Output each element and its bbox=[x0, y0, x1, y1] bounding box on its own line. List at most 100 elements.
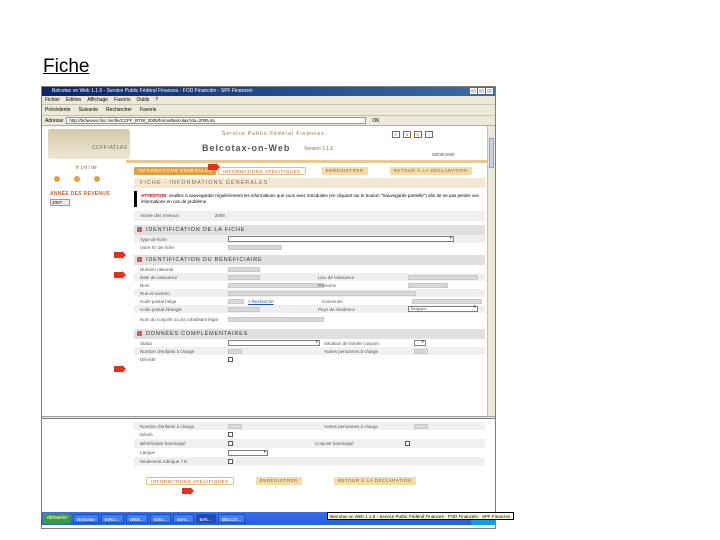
form-row: Code postal belge > Recherche Commune bbox=[134, 297, 485, 305]
menu-outils[interactable]: Outils bbox=[136, 96, 149, 104]
logo-image bbox=[48, 129, 130, 159]
form-row: Votre N° de fiche bbox=[134, 243, 485, 251]
favorites-button[interactable]: Favoris bbox=[140, 105, 156, 116]
spouse-situation-select[interactable] bbox=[414, 339, 426, 346]
birth-date-input[interactable] bbox=[228, 274, 260, 280]
city-input[interactable] bbox=[412, 298, 482, 304]
task-item[interactable]: WEB... bbox=[125, 514, 148, 523]
field-label: Nombre d'enfants à charge bbox=[140, 423, 195, 429]
minimize-button[interactable] bbox=[470, 88, 477, 94]
form-row: Décédé bbox=[134, 355, 485, 363]
form-row: Langue bbox=[134, 448, 485, 457]
deceased-checkbox[interactable] bbox=[228, 356, 233, 362]
browser-window: Belcotax on Web 1.1.6 - Service Public F… bbox=[41, 86, 496, 425]
close-button[interactable] bbox=[486, 88, 493, 94]
postal-code-input[interactable] bbox=[228, 298, 244, 304]
spouse-handicapped-checkbox[interactable] bbox=[405, 441, 410, 446]
form-row: Rue et numéro bbox=[134, 289, 485, 297]
save-button[interactable]: ENREGISTRER bbox=[321, 167, 368, 175]
slide-title: Fiche bbox=[43, 56, 90, 77]
lang-buttons: F N D ? bbox=[392, 131, 433, 138]
deceased-checkbox[interactable] bbox=[228, 432, 233, 437]
other-dependents-input[interactable] bbox=[414, 423, 428, 429]
section-identification-beneficiaire: IDENTIFICATION DU BÉNÉFICIAIRE bbox=[134, 255, 485, 265]
scrollbar-thumb[interactable] bbox=[489, 138, 494, 168]
sidebar-lang[interactable]: fr | nl | de bbox=[48, 164, 132, 173]
start-button[interactable]: démarrer bbox=[43, 513, 72, 524]
task-item[interactable]: BELCO... bbox=[218, 514, 246, 523]
menu-edition[interactable]: Edition bbox=[66, 96, 81, 104]
bottom-tabs: INFORMATIONS SPÉCIFIQUES ENREGISTRER RET… bbox=[134, 476, 485, 486]
address-field[interactable]: http://bcfwowo.fisc.minfin/CCFF_BTW_2005… bbox=[66, 117, 367, 124]
rubric-7e-checkbox[interactable] bbox=[228, 459, 233, 464]
field-label: Lieu de naissance bbox=[318, 274, 355, 280]
country-select[interactable]: Belgique bbox=[408, 305, 478, 312]
fiche-type-select[interactable] bbox=[228, 235, 454, 242]
menu-fichier[interactable]: Fichier bbox=[45, 96, 60, 104]
mail-icon[interactable] bbox=[94, 176, 100, 182]
street-input[interactable] bbox=[228, 290, 416, 296]
lang-f-button[interactable]: F bbox=[392, 131, 400, 138]
children-count-input[interactable] bbox=[228, 348, 242, 354]
fiche-number-input[interactable] bbox=[228, 244, 282, 250]
handicapped-checkbox[interactable] bbox=[228, 441, 233, 446]
form-row: Bénéficiaire handicapé Conjoint handicapé bbox=[134, 439, 485, 448]
year-row-value: 2008 bbox=[214, 213, 225, 218]
maximize-button[interactable] bbox=[478, 88, 485, 94]
main-form-scrolled: Nombre d'enfants à charge Autres personne… bbox=[134, 422, 485, 486]
status-select[interactable] bbox=[228, 339, 320, 346]
header-divider bbox=[126, 160, 487, 163]
lang-d-button[interactable]: D bbox=[414, 131, 422, 138]
task-item[interactable]: SiSu... bbox=[149, 514, 171, 523]
form-row: Nom Prénoms bbox=[134, 281, 485, 289]
children-count-input[interactable] bbox=[228, 423, 242, 429]
arrow-icon bbox=[182, 487, 194, 495]
field-label: Nom du conjoint ou du cohabitant légal bbox=[140, 316, 218, 322]
back-to-declaration-button[interactable]: RETOUR À LA DÉCLARATION bbox=[389, 167, 472, 175]
field-label: Nombre d'enfants à charge bbox=[140, 348, 195, 354]
task-item[interactable]: Belco... bbox=[100, 514, 124, 523]
tab-specific-bottom[interactable]: INFORMATIONS SPÉCIFIQUES bbox=[146, 477, 234, 485]
other-dependents-input[interactable] bbox=[414, 348, 428, 354]
tooltip: Belcotax on Web 1.1.6 - Service Public F… bbox=[327, 512, 514, 520]
birth-place-input[interactable] bbox=[408, 274, 478, 280]
year-input[interactable]: 2007 bbox=[50, 199, 70, 206]
vertical-scrollbar[interactable] bbox=[487, 126, 495, 416]
task-item[interactable]: Belc... bbox=[195, 514, 217, 523]
home-icon[interactable] bbox=[54, 176, 60, 182]
task-item[interactable]: Serv... bbox=[172, 514, 194, 523]
search-button[interactable]: Rechercher bbox=[106, 105, 132, 116]
field-label: Pays de résidence bbox=[318, 306, 356, 312]
national-number-input[interactable] bbox=[228, 266, 260, 272]
first-names-input[interactable] bbox=[408, 282, 448, 288]
field-label: Prénoms bbox=[318, 282, 337, 288]
language-select[interactable] bbox=[228, 449, 268, 456]
logo-text: CCFF•ATLAS bbox=[92, 145, 128, 151]
help-button[interactable]: ? bbox=[425, 131, 433, 138]
name-input[interactable] bbox=[228, 282, 324, 288]
go-button[interactable]: OK bbox=[369, 118, 382, 124]
form-row: Nom du conjoint ou du cohabitant légal bbox=[134, 313, 485, 325]
back-to-declaration-button-bottom[interactable]: RETOUR À LA DÉCLARATION bbox=[333, 477, 416, 485]
arrow-icon bbox=[114, 365, 126, 373]
postal-search-link[interactable]: > Recherche bbox=[248, 299, 322, 304]
field-label: Autres personnes à charge bbox=[324, 348, 379, 354]
print-icon[interactable] bbox=[74, 176, 80, 182]
year-row: Année des revenus 2008 bbox=[134, 211, 485, 221]
field-label: Date de naissance bbox=[140, 274, 178, 280]
spouse-name-input[interactable] bbox=[228, 316, 324, 322]
tab-general[interactable]: INFORMATIONS GÉNÉRALES bbox=[134, 167, 216, 175]
alert-strong: ATTENTION bbox=[141, 193, 167, 198]
foreign-postal-input[interactable] bbox=[228, 306, 260, 312]
menu-help[interactable]: ? bbox=[155, 96, 158, 104]
menu-affichage[interactable]: Affichage bbox=[87, 96, 108, 104]
tab-specific[interactable]: INFORMATIONS SPÉCIFIQUES bbox=[217, 167, 306, 175]
forward-button[interactable]: Suivante bbox=[79, 105, 98, 116]
field-label: Autres personnes à charge bbox=[324, 423, 379, 429]
menu-favoris[interactable]: Favoris bbox=[114, 96, 130, 104]
save-button-bottom[interactable]: ENREGISTRER bbox=[255, 477, 302, 485]
lang-n-button[interactable]: N bbox=[403, 131, 411, 138]
back-button[interactable]: Précédente bbox=[45, 105, 71, 116]
field-label: Numéro national bbox=[140, 266, 174, 272]
task-item[interactable]: Belcotax bbox=[73, 514, 99, 523]
